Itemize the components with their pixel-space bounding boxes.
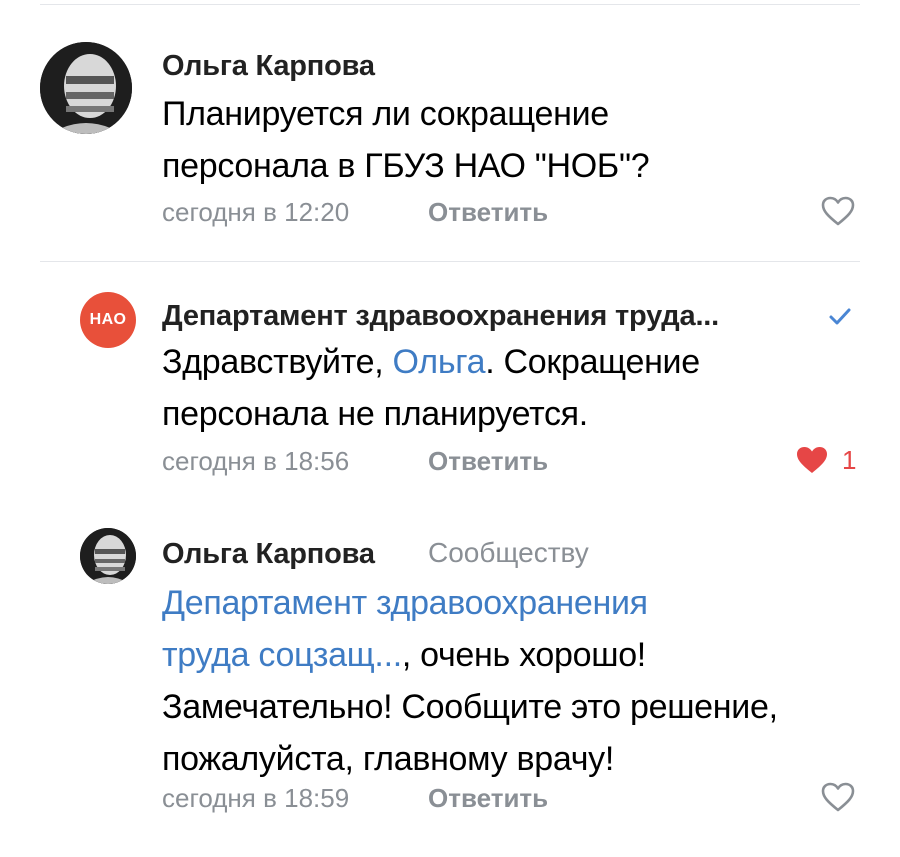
comment-text-line: Планируется ли сокращение bbox=[162, 95, 609, 133]
reply-button[interactable]: Ответить bbox=[428, 783, 548, 814]
avatar-photo bbox=[80, 528, 136, 584]
like-count: 1 bbox=[842, 445, 857, 475]
avatar[interactable] bbox=[40, 42, 132, 134]
heart-outline-icon bbox=[821, 782, 855, 812]
reply-button[interactable]: Ответить bbox=[428, 197, 548, 228]
divider bbox=[40, 261, 860, 262]
mention-link[interactable]: Департамент здравоохранения bbox=[162, 577, 648, 629]
comment-text-line: Замечательно! Сообщите это решение, bbox=[162, 688, 778, 726]
reply-to-label: Сообществу bbox=[428, 537, 589, 568]
verified-check-icon bbox=[828, 306, 852, 326]
org-avatar-text: НАО bbox=[89, 311, 127, 328]
comment-time: сегодня в 12:20 bbox=[162, 197, 350, 227]
comment-time: сегодня в 18:56 bbox=[162, 446, 350, 476]
comment-text-line: пожалуйста, главному врачу! bbox=[162, 740, 614, 778]
avatar[interactable]: НАО bbox=[80, 292, 136, 348]
comment-author[interactable]: Ольга Карпова bbox=[162, 538, 375, 571]
avatar[interactable] bbox=[80, 528, 136, 584]
comment-author[interactable]: Ольга Карпова bbox=[162, 50, 375, 83]
like-button[interactable] bbox=[820, 781, 856, 813]
avatar-photo bbox=[40, 42, 132, 134]
comment-text-part: Здравствуйте, bbox=[162, 343, 393, 381]
reply-button[interactable]: Ответить bbox=[428, 446, 548, 477]
comment-text-line: персонала в ГБУЗ НАО "НОБ"? bbox=[162, 147, 650, 185]
heart-filled-icon bbox=[797, 447, 827, 473]
mention-link[interactable]: Ольга bbox=[393, 343, 486, 381]
comment-time: сегодня в 18:59 bbox=[162, 783, 350, 813]
comment-text-line: труда соцзащ..., очень хорошо! bbox=[162, 629, 646, 681]
comment-author[interactable]: Департамент здравоохранения труда... bbox=[162, 300, 719, 333]
mention-link[interactable]: труда соцзащ... bbox=[162, 636, 402, 674]
comment-text-part: , очень хорошо! bbox=[401, 636, 646, 674]
comment-text-line: Здравствуйте, Ольга. Сокращение bbox=[162, 336, 700, 388]
like-button[interactable]: 1 bbox=[794, 442, 860, 476]
like-button[interactable] bbox=[820, 195, 856, 227]
divider-top bbox=[40, 4, 860, 5]
comment-text-line: персонала не планируется. bbox=[162, 395, 588, 433]
heart-outline-icon bbox=[821, 196, 855, 226]
comment-text-part: . Сокращение bbox=[485, 343, 700, 381]
